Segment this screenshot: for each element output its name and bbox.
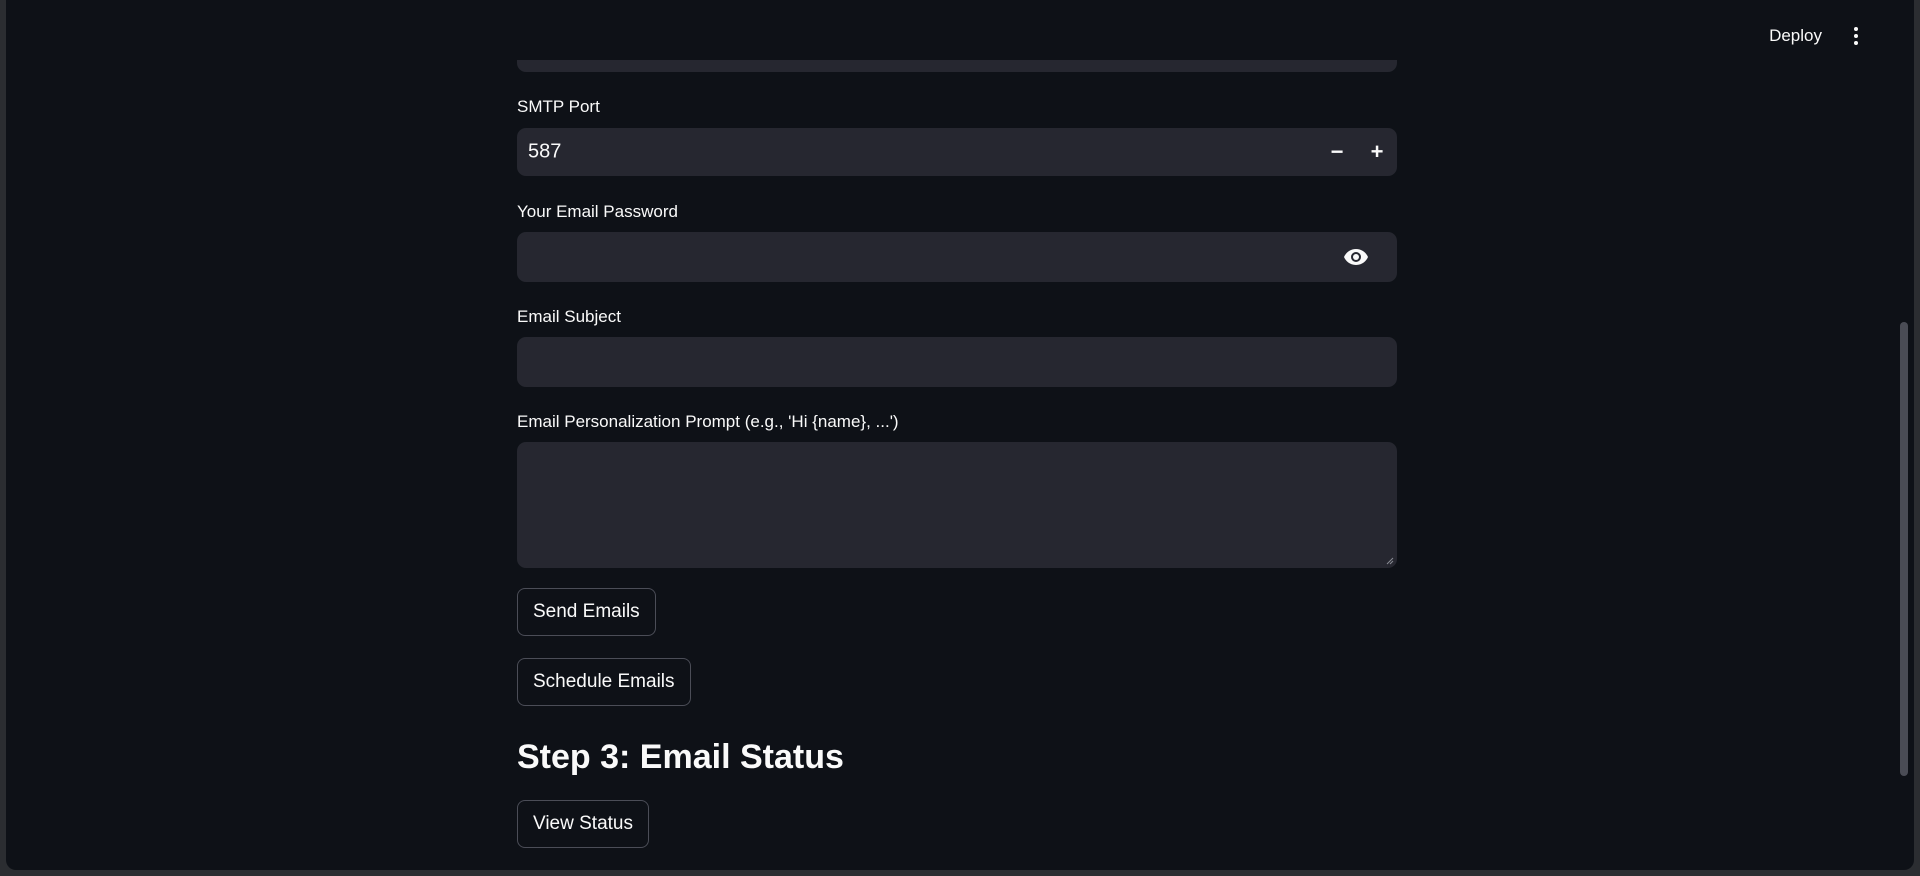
app-window: Deploy SMTP Port 587 − + Your Email Pass… bbox=[6, 0, 1914, 870]
section-heading: Step 3: Email Status bbox=[517, 738, 844, 776]
kebab-menu-icon[interactable] bbox=[1844, 24, 1868, 48]
subject-input[interactable] bbox=[517, 337, 1397, 387]
password-label: Your Email Password bbox=[517, 202, 678, 221]
previous-input-field[interactable] bbox=[517, 60, 1397, 72]
password-input[interactable] bbox=[517, 232, 1397, 282]
prompt-textarea[interactable] bbox=[517, 442, 1397, 568]
prompt-label: Email Personalization Prompt (e.g., 'Hi … bbox=[517, 412, 899, 431]
smtp-port-label: SMTP Port bbox=[517, 97, 600, 116]
decrement-button[interactable]: − bbox=[1317, 128, 1357, 176]
deploy-button[interactable]: Deploy bbox=[1769, 26, 1822, 46]
header-actions: Deploy bbox=[1769, 24, 1868, 48]
stepper-controls: − + bbox=[1317, 128, 1397, 176]
smtp-port-stepper[interactable]: 587 − + bbox=[517, 128, 1397, 176]
schedule-emails-button[interactable]: Schedule Emails bbox=[517, 658, 691, 706]
send-emails-button[interactable]: Send Emails bbox=[517, 588, 656, 636]
increment-button[interactable]: + bbox=[1357, 128, 1397, 176]
resize-handle-icon[interactable] bbox=[1386, 557, 1394, 565]
eye-icon[interactable] bbox=[1343, 248, 1369, 266]
smtp-port-value: 587 bbox=[528, 140, 562, 163]
view-status-button[interactable]: View Status bbox=[517, 800, 649, 848]
scrollbar-thumb[interactable] bbox=[1900, 322, 1908, 776]
subject-label: Email Subject bbox=[517, 307, 621, 326]
